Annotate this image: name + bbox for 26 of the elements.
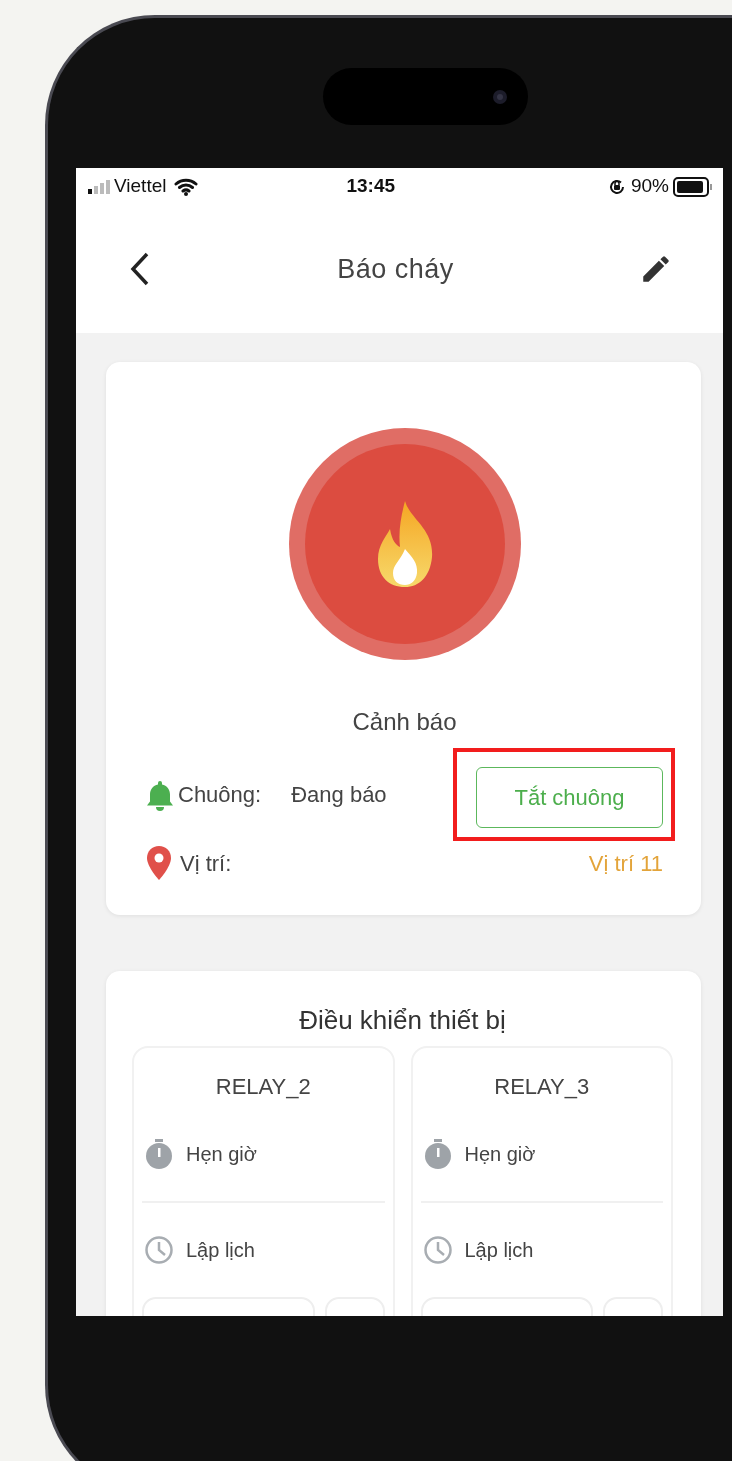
section-title: Điều khiển thiết bị xyxy=(298,1004,507,1037)
battery-icon xyxy=(673,176,713,197)
signal-icon xyxy=(88,179,110,194)
timer-option[interactable]: Hẹn giờ xyxy=(464,1139,536,1169)
schedule-option[interactable]: Lập lịch xyxy=(464,1235,534,1265)
location-label: Vị trí: xyxy=(180,849,232,878)
stopwatch-icon xyxy=(144,1138,174,1170)
page-title: Báo cháy xyxy=(337,252,454,286)
location-value: Vị trí 11 xyxy=(588,849,663,878)
clock-icon xyxy=(144,1235,174,1265)
location-pin-icon xyxy=(146,845,172,881)
relay-name: RELAY_2 xyxy=(214,1073,312,1101)
stopwatch-icon xyxy=(422,1138,453,1170)
timer-option[interactable]: Hẹn giờ xyxy=(186,1139,257,1169)
alarm-status: Cảnh báo xyxy=(351,707,458,737)
wifi-icon xyxy=(174,177,199,196)
status-time: 13:45 xyxy=(346,174,396,199)
clock-icon xyxy=(422,1235,453,1265)
bell-state: Đang báo xyxy=(291,781,387,809)
bell-icon xyxy=(146,778,174,811)
relay-name: RELAY_3 xyxy=(493,1073,591,1101)
bell-label: Chuông: xyxy=(178,781,262,809)
schedule-option[interactable]: Lập lịch xyxy=(186,1235,255,1265)
carrier-name: Viettel xyxy=(114,174,167,199)
camera-icon xyxy=(492,88,508,105)
battery-percent: 90% xyxy=(630,174,669,199)
